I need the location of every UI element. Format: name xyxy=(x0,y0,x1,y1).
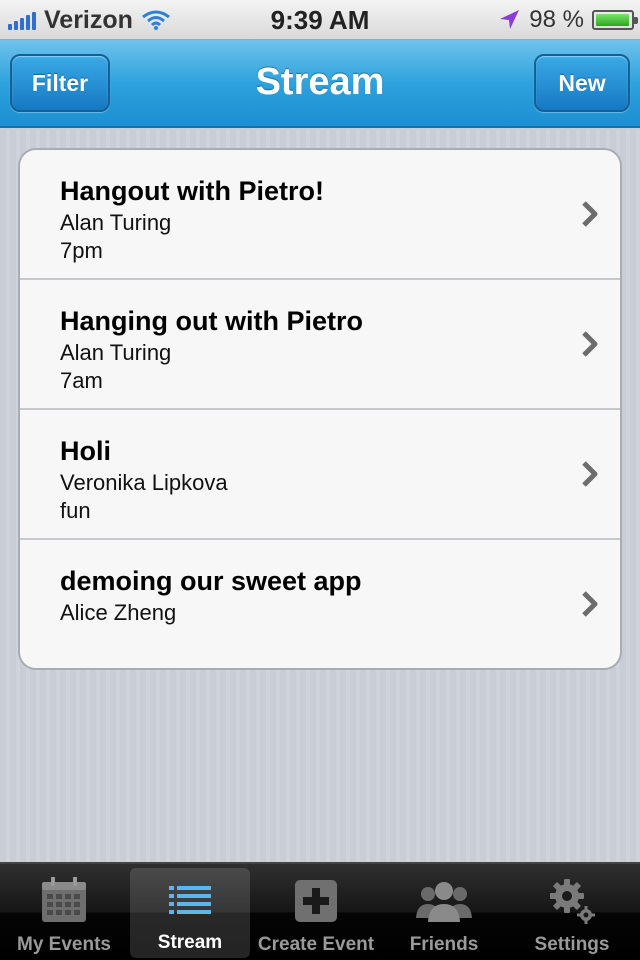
list-item[interactable]: Holi Veronika Lipkova fun xyxy=(20,410,620,540)
event-list: Hangout with Pietro! Alan Turing 7pm Han… xyxy=(18,148,622,670)
plus-icon xyxy=(295,880,337,922)
people-icon xyxy=(416,882,472,922)
tab-label: Settings xyxy=(534,934,610,955)
new-event-button[interactable]: New xyxy=(534,54,630,112)
tab-label: My Events xyxy=(17,934,111,955)
location-arrow-icon xyxy=(500,10,520,29)
calendar-icon xyxy=(42,877,86,922)
status-bar: Verizon 9:39 AM 98 % xyxy=(0,0,640,40)
tab-label: Create Event xyxy=(257,934,375,955)
event-title: Hangout with Pietro! xyxy=(60,176,324,206)
chevron-right-icon xyxy=(582,591,598,617)
stream-content: Hangout with Pietro! Alan Turing 7pm Han… xyxy=(0,130,640,862)
gear-icon xyxy=(550,879,595,924)
battery-percent: 98 % xyxy=(529,6,584,33)
chevron-right-icon xyxy=(582,201,598,227)
event-detail: 7am xyxy=(60,368,103,393)
status-right: 98 % xyxy=(497,0,638,40)
event-author: Alan Turing xyxy=(60,340,172,365)
tab-create-event[interactable]: Create Event xyxy=(252,864,380,960)
event-title: demoing our sweet app xyxy=(60,566,362,596)
navigation-bar: Filter Stream New xyxy=(0,40,640,128)
chevron-right-icon xyxy=(582,461,598,487)
tab-bar: My Events Stream Create Event Friends Se… xyxy=(0,862,640,960)
event-author: Alice Zheng xyxy=(60,600,177,625)
battery-level xyxy=(596,14,630,26)
tab-label: Stream xyxy=(157,932,223,953)
event-detail: 7pm xyxy=(60,238,103,263)
battery-icon xyxy=(592,10,638,30)
list-icon xyxy=(169,886,211,914)
tab-stream[interactable]: Stream xyxy=(130,868,250,958)
list-item[interactable]: Hanging out with Pietro Alan Turing 7am xyxy=(20,280,620,410)
event-title: Hanging out with Pietro xyxy=(60,306,363,336)
list-item[interactable]: demoing our sweet app Alice Zheng xyxy=(20,540,620,668)
chevron-right-icon xyxy=(582,331,598,357)
list-item[interactable]: Hangout with Pietro! Alan Turing 7pm xyxy=(20,150,620,280)
event-title: Holi xyxy=(60,436,111,466)
tab-my-events[interactable]: My Events xyxy=(0,864,128,960)
tab-settings[interactable]: Settings xyxy=(508,864,636,960)
event-author: Veronika Lipkova xyxy=(60,470,228,495)
tab-friends[interactable]: Friends xyxy=(380,864,508,960)
event-detail: fun xyxy=(60,498,91,523)
tab-label: Friends xyxy=(409,934,479,955)
event-author: Alan Turing xyxy=(60,210,172,235)
